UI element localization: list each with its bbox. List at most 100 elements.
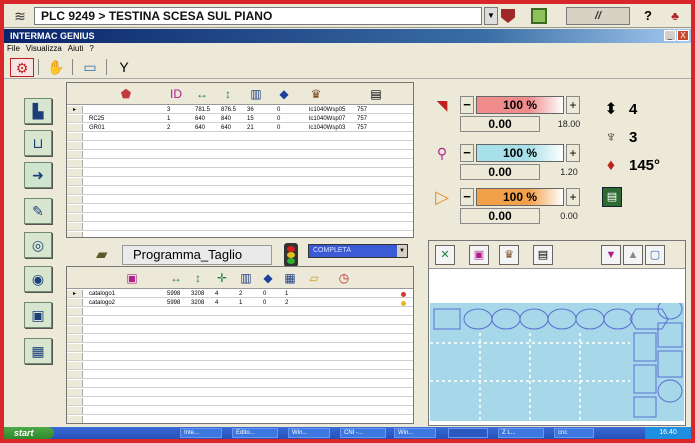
unload-icon[interactable]: ▦ bbox=[24, 338, 52, 364]
row-header[interactable]: ▸ bbox=[67, 290, 83, 297]
tool-group-icon[interactable]: ♛ bbox=[499, 245, 519, 265]
table-row[interactable] bbox=[67, 398, 413, 406]
table-row[interactable] bbox=[67, 371, 413, 379]
spindle-increase-button[interactable]: + bbox=[566, 144, 580, 162]
row-header[interactable] bbox=[67, 398, 83, 405]
row-header[interactable] bbox=[67, 308, 83, 315]
row-header[interactable] bbox=[67, 223, 83, 230]
table-row[interactable] bbox=[67, 205, 413, 213]
table-row[interactable] bbox=[67, 416, 413, 423]
row-header[interactable] bbox=[67, 205, 83, 212]
frame-view-icon[interactable]: ▢ bbox=[645, 245, 665, 265]
row-header[interactable] bbox=[67, 362, 83, 369]
machine-layout-icon[interactable]: ▙ bbox=[24, 98, 52, 124]
sheet-view-icon[interactable]: ▣ bbox=[469, 245, 489, 265]
row-header[interactable] bbox=[67, 317, 83, 324]
program-name-field[interactable]: Programma_Taglio bbox=[122, 245, 272, 265]
table-plate-icon[interactable]: ▣ bbox=[24, 302, 52, 328]
task-button[interactable]: Z L... bbox=[498, 428, 544, 438]
row-header[interactable] bbox=[67, 187, 83, 194]
table-row[interactable] bbox=[67, 317, 413, 325]
row-header[interactable] bbox=[67, 178, 83, 185]
measure-icon[interactable]: ✕ bbox=[435, 245, 455, 265]
table-row[interactable] bbox=[67, 133, 413, 141]
load-program-icon[interactable]: ➜ bbox=[24, 162, 52, 188]
feed-decrease-button[interactable]: − bbox=[460, 96, 474, 114]
help-button[interactable]: ? bbox=[640, 8, 656, 24]
table-row[interactable]: ▸ catalogo1 5998 3208 4 2 0 1 bbox=[67, 290, 413, 298]
table-row[interactable] bbox=[67, 389, 413, 397]
rapid-increase-button[interactable]: + bbox=[566, 188, 580, 206]
task-button[interactable]: Edito... bbox=[232, 428, 278, 438]
table-row[interactable] bbox=[67, 178, 413, 186]
manual-hand-icon[interactable]: ✋ bbox=[44, 58, 68, 77]
table-row[interactable] bbox=[67, 169, 413, 177]
row-header[interactable] bbox=[67, 407, 83, 414]
triangle-up-icon[interactable]: ▲ bbox=[623, 245, 643, 265]
table-row[interactable]: ▸ 3 781.5 876.5 36 0 lc1040Wsp05 757 bbox=[67, 106, 413, 114]
table-row[interactable]: catalogo2 5998 3208 4 1 0 2 bbox=[67, 299, 413, 307]
menu-visualizza[interactable]: Visualizza bbox=[23, 43, 65, 54]
machine-mode-icon[interactable]: ⚙ bbox=[10, 58, 34, 77]
table-row[interactable] bbox=[67, 160, 413, 168]
table-row[interactable] bbox=[67, 214, 413, 222]
row-header[interactable] bbox=[67, 326, 83, 333]
row-header[interactable] bbox=[67, 124, 83, 131]
users-icon[interactable]: ♣ bbox=[664, 8, 686, 24]
row-header[interactable] bbox=[67, 389, 83, 396]
row-header[interactable]: ▸ bbox=[67, 106, 83, 113]
row-header[interactable] bbox=[67, 115, 83, 122]
menu-aiuti[interactable]: Aiuti bbox=[65, 43, 87, 54]
nesting-sheet[interactable] bbox=[430, 303, 684, 421]
table-row[interactable] bbox=[67, 142, 413, 150]
row-header[interactable] bbox=[67, 344, 83, 351]
display-icon[interactable]: ▭ bbox=[78, 58, 102, 77]
row-header[interactable] bbox=[67, 133, 83, 140]
wheel-config-icon[interactable]: ◉ bbox=[24, 266, 52, 292]
table-row[interactable] bbox=[67, 151, 413, 159]
minimize-button[interactable]: _ bbox=[664, 30, 676, 41]
task-button[interactable] bbox=[448, 428, 488, 438]
table-row[interactable] bbox=[67, 326, 413, 334]
plc-dropdown-arrow-icon[interactable]: ▼ bbox=[484, 7, 498, 25]
table-row[interactable] bbox=[67, 407, 413, 415]
row-header[interactable] bbox=[67, 416, 83, 423]
feed-increase-button[interactable]: + bbox=[566, 96, 580, 114]
table-row[interactable] bbox=[67, 353, 413, 361]
table-row[interactable] bbox=[67, 380, 413, 388]
menu-file[interactable]: File bbox=[4, 43, 23, 54]
table-row[interactable] bbox=[67, 232, 413, 237]
task-button[interactable]: CNI -... bbox=[340, 428, 386, 438]
filter-icon[interactable]: Y bbox=[112, 58, 136, 77]
close-button[interactable]: X bbox=[677, 30, 689, 41]
task-button[interactable]: cnc bbox=[554, 428, 594, 438]
start-button[interactable]: start bbox=[4, 427, 54, 439]
plc-message-field[interactable]: PLC 9249 > TESTINA SCESA SUL PIANO bbox=[34, 7, 482, 25]
table-row[interactable] bbox=[67, 187, 413, 195]
row-header[interactable] bbox=[67, 214, 83, 221]
tool-head-icon[interactable]: ⊔ bbox=[24, 130, 52, 156]
list-view-icon[interactable]: ▤ bbox=[533, 245, 553, 265]
row-header[interactable] bbox=[67, 371, 83, 378]
table-row[interactable] bbox=[67, 308, 413, 316]
table-row[interactable] bbox=[67, 344, 413, 352]
row-header[interactable] bbox=[67, 160, 83, 167]
tool-status-button[interactable]: // bbox=[566, 7, 630, 25]
execution-mode-select[interactable]: COMPLETA ▼ bbox=[308, 244, 408, 258]
rapid-decrease-button[interactable]: − bbox=[460, 188, 474, 206]
alarm-shield-icon[interactable] bbox=[501, 9, 515, 23]
table-row[interactable] bbox=[67, 335, 413, 343]
table-row[interactable] bbox=[67, 362, 413, 370]
table-row[interactable] bbox=[67, 223, 413, 231]
machine-status-icon[interactable] bbox=[531, 8, 547, 24]
row-header[interactable] bbox=[67, 142, 83, 149]
spindle-decrease-button[interactable]: − bbox=[460, 144, 474, 162]
row-header[interactable] bbox=[67, 169, 83, 176]
grinding-wheel-icon[interactable]: ◎ bbox=[24, 232, 52, 258]
row-header[interactable] bbox=[67, 353, 83, 360]
task-button[interactable]: Win... bbox=[394, 428, 436, 438]
row-header[interactable] bbox=[67, 335, 83, 342]
table-row[interactable] bbox=[67, 196, 413, 204]
row-header[interactable] bbox=[67, 151, 83, 158]
triangle-down-icon[interactable]: ▼ bbox=[601, 245, 621, 265]
